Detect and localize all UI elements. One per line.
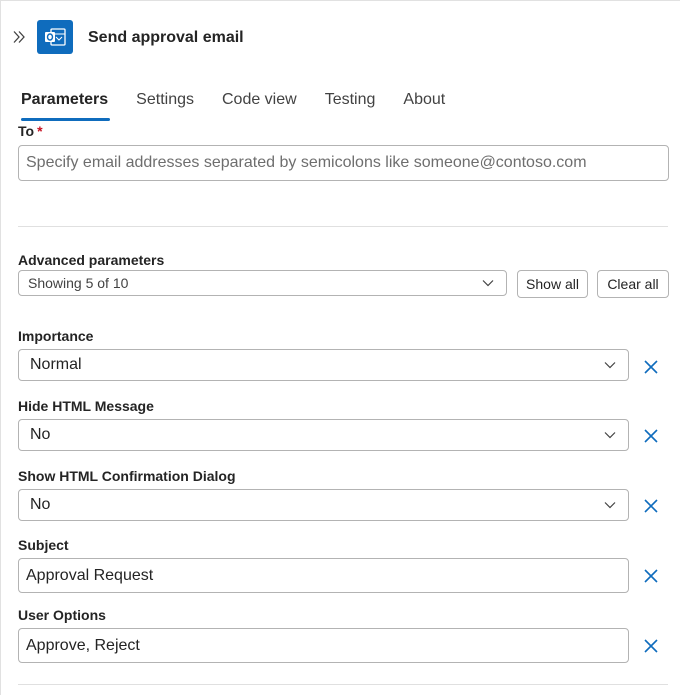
tab-settings[interactable]: Settings xyxy=(136,89,194,125)
subject-value: Approval Request xyxy=(26,566,154,584)
close-icon xyxy=(644,499,658,513)
tab-testing[interactable]: Testing xyxy=(325,89,376,125)
hide-html-message-value: No xyxy=(30,426,51,443)
remove-subject-button[interactable] xyxy=(641,566,661,586)
clear-all-button[interactable]: Clear all xyxy=(597,270,669,298)
importance-dropdown[interactable]: Normal xyxy=(18,349,629,381)
advanced-parameters-dropdown[interactable]: Showing 5 of 10 xyxy=(18,270,507,296)
importance-value: Normal xyxy=(30,356,82,373)
subject-label: Subject xyxy=(18,537,69,553)
importance-label: Importance xyxy=(18,328,94,344)
hide-html-message-dropdown[interactable]: No xyxy=(18,419,629,451)
remove-show-html-confirmation-dialog-button[interactable] xyxy=(641,496,661,516)
user-options-input[interactable]: Approve, Reject xyxy=(18,628,629,663)
active-tab-indicator xyxy=(21,118,111,121)
show-html-confirmation-dialog-label: Show HTML Confirmation Dialog xyxy=(18,468,236,484)
to-placeholder: Specify email addresses separated by sem… xyxy=(26,154,587,171)
tab-code-view[interactable]: Code view xyxy=(222,89,297,125)
tab-parameters[interactable]: Parameters xyxy=(21,89,111,125)
show-html-confirmation-dialog-dropdown[interactable]: No xyxy=(18,489,629,521)
remove-importance-button[interactable] xyxy=(641,357,661,377)
advanced-parameters-value: Showing 5 of 10 xyxy=(28,275,129,291)
close-icon xyxy=(644,569,658,583)
user-options-value: Approve, Reject xyxy=(26,636,140,654)
close-icon xyxy=(644,639,658,653)
to-label: To * xyxy=(18,123,43,139)
required-mark: * xyxy=(37,123,43,139)
collapse-panel-button[interactable] xyxy=(10,27,28,47)
chevron-down-icon xyxy=(602,427,618,443)
show-all-button[interactable]: Show all xyxy=(517,270,588,298)
advanced-parameters-label: Advanced parameters xyxy=(18,252,165,268)
close-icon xyxy=(644,360,658,374)
remove-user-options-button[interactable] xyxy=(641,636,661,656)
section-divider xyxy=(18,226,668,227)
user-options-label: User Options xyxy=(18,607,106,623)
to-input[interactable]: Specify email addresses separated by sem… xyxy=(18,145,669,181)
show-html-confirmation-dialog-value: No xyxy=(30,496,51,513)
panel-header: Send approval email xyxy=(1,1,680,75)
tab-about[interactable]: About xyxy=(403,89,445,125)
chevron-down-icon xyxy=(602,357,618,373)
bottom-divider xyxy=(18,684,668,685)
hide-html-message-label: Hide HTML Message xyxy=(18,398,154,414)
remove-hide-html-message-button[interactable] xyxy=(641,426,661,446)
chevron-down-icon xyxy=(480,275,496,291)
close-icon xyxy=(644,429,658,443)
tab-bar: Parameters Settings Code view Testing Ab… xyxy=(18,89,473,125)
chevron-down-icon xyxy=(602,497,618,513)
page-title: Send approval email xyxy=(88,29,244,46)
subject-input[interactable]: Approval Request xyxy=(18,558,629,593)
outlook-icon xyxy=(37,20,73,54)
double-chevron-right-icon xyxy=(13,31,25,43)
